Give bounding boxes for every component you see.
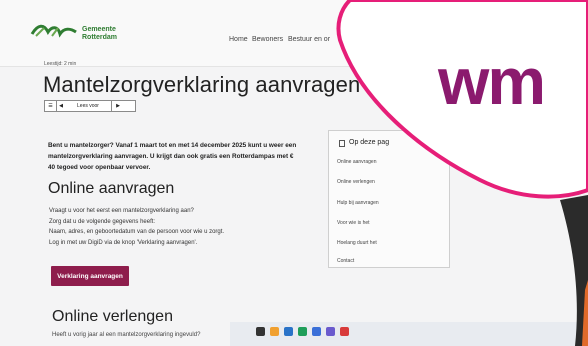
wmo-logo-text: wm	[438, 44, 546, 118]
